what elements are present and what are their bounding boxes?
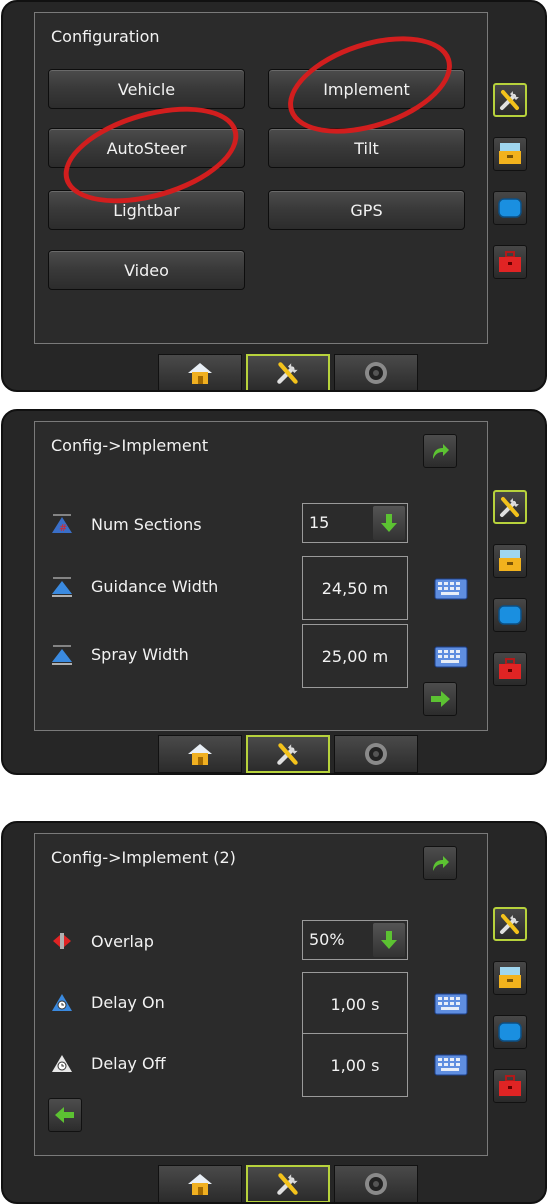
delay-on-icon (52, 994, 72, 1011)
tools-icon (500, 90, 519, 110)
tools-icon (277, 1173, 298, 1195)
screen-config-implement: Config->Implement # Num Sections 15 Guid… (1, 409, 547, 775)
display-icon (498, 198, 522, 218)
guidance-width-field[interactable]: 24,50 m (302, 556, 408, 620)
guidance-width-icon (52, 577, 72, 597)
tools-icon (277, 743, 298, 765)
implement-button[interactable]: Implement (268, 69, 465, 109)
tab-console[interactable] (493, 961, 527, 995)
arrow-down-icon (381, 514, 397, 532)
tools-icon (500, 497, 519, 517)
keyboard-icon[interactable] (434, 1053, 468, 1077)
page-title: Config->Implement (2) (51, 848, 236, 867)
spray-width-field[interactable]: 25,00 m (302, 624, 408, 688)
arrow-down-icon (381, 931, 397, 949)
svg-text:#: # (59, 523, 67, 534)
tab-toolbox[interactable] (493, 245, 527, 279)
num-sections-label: Num Sections (91, 515, 202, 534)
configuration-panel: Configuration Vehicle Implement AutoStee… (34, 12, 488, 344)
spray-width-icon (52, 645, 72, 665)
page-title: Configuration (51, 27, 160, 46)
return-arrow-icon (433, 444, 449, 459)
back-button[interactable] (423, 846, 457, 880)
implement-panel: Config->Implement # Num Sections 15 Guid… (34, 421, 488, 731)
spray-width-label: Spray Width (91, 645, 189, 664)
home-icon (188, 1174, 212, 1195)
console-icon (499, 143, 521, 164)
tab-console[interactable] (493, 137, 527, 171)
gps-button[interactable]: GPS (268, 190, 465, 230)
tab-display[interactable] (493, 1015, 527, 1049)
toolbox-icon (499, 658, 521, 679)
console-icon (499, 550, 521, 571)
nav-tools[interactable] (246, 735, 330, 773)
previous-page-button[interactable] (48, 1098, 82, 1132)
video-button[interactable]: Video (48, 250, 245, 290)
display-icon (498, 1022, 522, 1042)
overlap-label: Overlap (91, 932, 154, 951)
keyboard-icon[interactable] (434, 992, 468, 1016)
nav-camera[interactable] (334, 1165, 418, 1202)
nav-tools[interactable] (246, 354, 330, 390)
delay-off-icon (52, 1055, 72, 1072)
tab-toolbox[interactable] (493, 1069, 527, 1103)
dropdown-arrow[interactable] (373, 923, 405, 957)
screen-config-implement-2: Config->Implement (2) Overlap 50% Delay … (1, 821, 547, 1204)
sections-icon: # (52, 514, 72, 534)
tab-tools[interactable] (493, 907, 527, 941)
tab-display[interactable] (493, 598, 527, 632)
delay-off-label: Delay Off (91, 1054, 166, 1073)
nav-home[interactable] (158, 354, 242, 390)
next-page-button[interactable] (423, 682, 457, 716)
keyboard-icon[interactable] (434, 645, 468, 669)
keyboard-icon[interactable] (434, 577, 468, 601)
page-title: Config->Implement (51, 436, 209, 455)
screen-configuration: Configuration Vehicle Implement AutoStee… (1, 0, 547, 392)
back-button[interactable] (423, 434, 457, 468)
tab-console[interactable] (493, 544, 527, 578)
home-icon (188, 744, 212, 765)
home-icon (188, 363, 212, 384)
tab-display[interactable] (493, 191, 527, 225)
delay-on-field[interactable]: 1,00 s (302, 972, 408, 1036)
overlap-value: 50% (309, 930, 345, 949)
bottom-nav (158, 1165, 418, 1202)
toolbox-icon (499, 1075, 521, 1096)
vehicle-button[interactable]: Vehicle (48, 69, 245, 109)
lightbar-button[interactable]: Lightbar (48, 190, 245, 230)
num-sections-dropdown[interactable]: 15 (302, 503, 408, 543)
delay-on-label: Delay On (91, 993, 165, 1012)
implement-2-panel: Config->Implement (2) Overlap 50% Delay … (34, 833, 488, 1156)
display-icon (498, 605, 522, 625)
tab-toolbox[interactable] (493, 652, 527, 686)
arrow-left-icon (55, 1107, 74, 1123)
console-icon (499, 967, 521, 988)
camera-icon (365, 362, 387, 384)
nav-tools[interactable] (246, 1165, 330, 1202)
return-arrow-icon (433, 856, 449, 871)
nav-home[interactable] (158, 735, 242, 773)
tab-tools[interactable] (493, 490, 527, 524)
arrow-right-icon (431, 691, 450, 707)
toolbox-icon (499, 251, 521, 272)
nav-camera[interactable] (334, 735, 418, 773)
bottom-nav (158, 354, 418, 390)
camera-icon (365, 743, 387, 765)
tools-icon (500, 914, 519, 934)
camera-icon (365, 1173, 387, 1195)
tools-icon (277, 362, 298, 384)
guidance-width-label: Guidance Width (91, 577, 219, 596)
overlap-dropdown[interactable]: 50% (302, 920, 408, 960)
num-sections-value: 15 (309, 513, 330, 532)
bottom-nav (158, 735, 418, 773)
nav-home[interactable] (158, 1165, 242, 1202)
tilt-button[interactable]: Tilt (268, 128, 465, 168)
autosteer-button[interactable]: AutoSteer (48, 128, 245, 168)
overlap-icon (53, 933, 71, 949)
nav-camera[interactable] (334, 354, 418, 390)
tab-tools[interactable] (493, 83, 527, 117)
dropdown-arrow[interactable] (373, 506, 405, 540)
delay-off-field[interactable]: 1,00 s (302, 1033, 408, 1097)
